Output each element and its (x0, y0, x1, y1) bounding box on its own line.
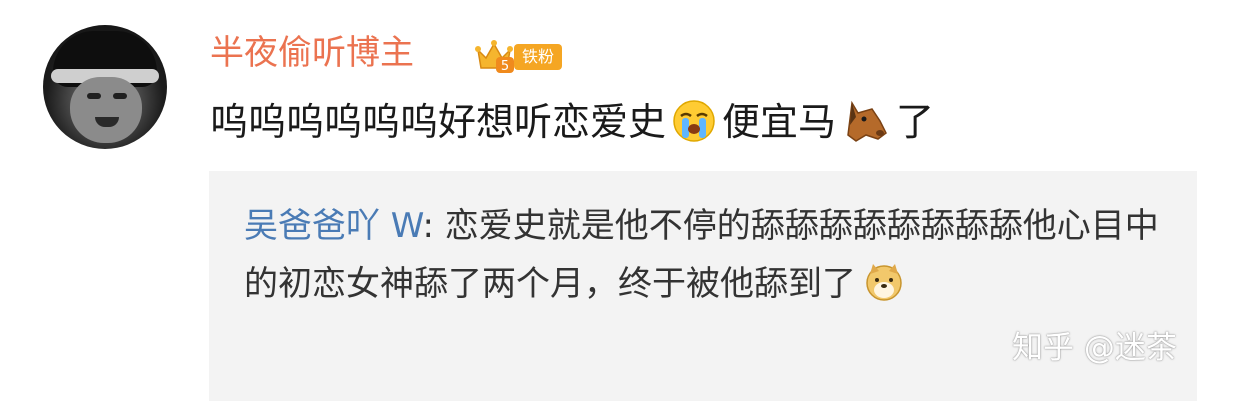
fan-badge-label: 铁粉 (514, 44, 563, 70)
doge-emoji (866, 263, 902, 301)
comment-content: 呜呜呜呜呜呜好想听恋爱史 便宜马 了 (210, 96, 934, 148)
crying-face-emoji (673, 99, 715, 142)
avatar-eye-left (87, 93, 101, 99)
avatar-face (70, 77, 142, 143)
comment-username[interactable]: 半夜偷听博主 (210, 31, 414, 75)
reply-content: 吴爸爸吖 W: 恋爱史就是他不停的舔舔舔舔舔舔舔舔他心目中的初恋女神舔了两个月，… (244, 197, 1179, 313)
user-avatar[interactable] (43, 25, 167, 149)
avatar-eye-right (113, 93, 127, 99)
comment-text-part3: 了 (896, 100, 935, 144)
reply-author[interactable]: 吴爸爸吖 W (244, 206, 422, 246)
comment-text-part1: 呜呜呜呜呜呜好想听恋爱史 (210, 100, 667, 144)
watermark: 知乎 @迷茶 (1012, 330, 1177, 366)
crown-icon: 5 (475, 40, 514, 74)
horse-face-emoji (847, 100, 887, 142)
comment-text-part2: 便宜马 (722, 100, 837, 144)
fan-level: 5 (501, 59, 509, 74)
reply-separator: : (422, 206, 445, 246)
